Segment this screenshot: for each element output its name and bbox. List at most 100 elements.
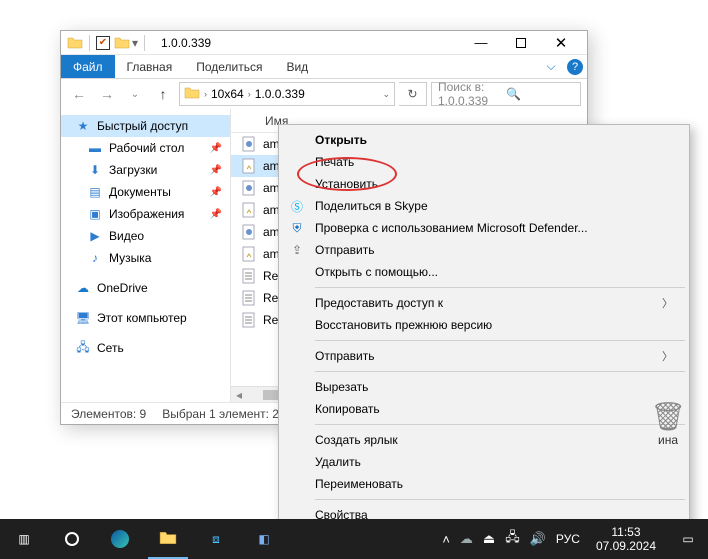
onedrive-tray-icon[interactable]: ☁ bbox=[460, 531, 473, 547]
ctx-give-access-to[interactable]: Предоставить доступ к〉 bbox=[281, 292, 687, 314]
network-icon: 🖧 bbox=[75, 340, 91, 356]
tab-home[interactable]: Главная bbox=[115, 55, 185, 78]
cortana-icon bbox=[65, 532, 79, 546]
ctx-open[interactable]: Открыть bbox=[281, 129, 687, 151]
ctx-print[interactable]: Печать bbox=[281, 151, 687, 173]
share-icon: ⇪ bbox=[289, 242, 305, 258]
tab-view[interactable]: Вид bbox=[274, 55, 320, 78]
sidebar-item-pictures[interactable]: ▣ Изображения 📌 bbox=[61, 203, 230, 225]
context-menu: Открыть Печать Установить Ⓢ Поделиться в… bbox=[278, 124, 690, 531]
pin-icon: 📌 bbox=[210, 209, 222, 220]
monitor-icon: 🖥 bbox=[75, 310, 91, 326]
file-icon bbox=[241, 202, 257, 218]
tray-overflow-chevron-icon[interactable]: ˄ bbox=[442, 532, 450, 547]
system-tray: ˄ ☁ ⏏ 🖧 🔊 РУС 11:53 07.09.2024 bbox=[436, 525, 668, 553]
chevron-right-icon[interactable]: › bbox=[204, 89, 207, 99]
maximize-button[interactable] bbox=[501, 31, 541, 55]
file-icon bbox=[241, 312, 257, 328]
speaker-icon[interactable]: 🔊 bbox=[530, 531, 546, 547]
ctx-open-with[interactable]: Открыть с помощью... bbox=[281, 261, 687, 283]
taskbar-task-view[interactable]: ▥ bbox=[0, 519, 48, 559]
folder-icon bbox=[67, 35, 83, 51]
desktop-icon: ▬ bbox=[87, 140, 103, 156]
sidebar-item-quick-access[interactable]: ★ Быстрый доступ bbox=[61, 115, 230, 137]
refresh-button[interactable]: ↻ bbox=[399, 82, 427, 106]
sidebar-item-network[interactable]: 🖧 Сеть bbox=[61, 337, 230, 359]
breadcrumb-dropdown-icon[interactable]: ⌄ bbox=[382, 89, 390, 100]
window-title: 1.0.0.339 bbox=[161, 36, 211, 50]
back-button[interactable]: ← bbox=[67, 82, 91, 106]
ctx-share-skype[interactable]: Ⓢ Поделиться в Skype bbox=[281, 195, 687, 217]
network-tray-icon[interactable]: 🖧 bbox=[505, 528, 520, 550]
separator bbox=[144, 35, 145, 51]
ctx-cut[interactable]: Вырезать bbox=[281, 376, 687, 398]
ctx-rename[interactable]: Переименовать bbox=[281, 473, 687, 495]
ctx-defender-scan[interactable]: ⛨ Проверка с использованием Microsoft De… bbox=[281, 217, 687, 239]
address-bar-row: ← → ⌄ ↑ › 10x64› 1.0.0.339 ⌄ ↻ Поиск в: … bbox=[61, 79, 587, 109]
navigation-sidebar: ★ Быстрый доступ ▬ Рабочий стол 📌 ⬇ Загр… bbox=[61, 109, 231, 402]
qat-menu-chevron-icon[interactable]: ▾ bbox=[132, 36, 138, 50]
file-icon bbox=[241, 268, 257, 284]
breadcrumb[interactable]: › 10x64› 1.0.0.339 ⌄ bbox=[179, 82, 395, 106]
taskbar: ▥ ⧈ ◧ ˄ ☁ ⏏ 🖧 🔊 РУС 11:53 07.09.2024 ▭ bbox=[0, 519, 708, 559]
separator bbox=[89, 35, 90, 51]
separator bbox=[315, 371, 685, 372]
ctx-delete[interactable]: Удалить bbox=[281, 451, 687, 473]
ctx-copy[interactable]: Копировать bbox=[281, 398, 687, 420]
pictures-icon: ▣ bbox=[87, 206, 103, 222]
file-icon bbox=[241, 224, 257, 240]
sidebar-item-documents[interactable]: ▤ Документы 📌 bbox=[61, 181, 230, 203]
taskbar-clock[interactable]: 11:53 07.09.2024 bbox=[590, 525, 662, 553]
taskbar-app[interactable]: ◧ bbox=[240, 519, 288, 559]
history-chevron-icon[interactable]: ⌄ bbox=[123, 82, 147, 106]
tab-share[interactable]: Поделиться bbox=[184, 55, 274, 78]
ctx-send-to[interactable]: Отправить〉 bbox=[281, 345, 687, 367]
properties-qat-icon[interactable]: ✔ bbox=[96, 36, 110, 50]
videos-icon: ▶ bbox=[87, 228, 103, 244]
sidebar-item-onedrive[interactable]: ☁ OneDrive bbox=[61, 277, 230, 299]
sidebar-item-videos[interactable]: ▶ Видео bbox=[61, 225, 230, 247]
taskbar-store[interactable]: ⧈ bbox=[192, 519, 240, 559]
action-center-button[interactable]: ▭ bbox=[668, 532, 708, 546]
taskbar-cortana[interactable] bbox=[48, 519, 96, 559]
separator bbox=[315, 287, 685, 288]
ctx-restore-previous[interactable]: Восстановить прежнюю версию bbox=[281, 314, 687, 336]
help-button[interactable]: ? bbox=[563, 55, 587, 78]
close-button[interactable]: ✕ bbox=[541, 31, 581, 55]
cloud-icon: ☁ bbox=[75, 280, 91, 296]
search-input[interactable]: Поиск в: 1.0.0.339 🔍 bbox=[431, 82, 581, 106]
status-selection: Выбран 1 элемент: 2 bbox=[162, 407, 279, 421]
ctx-create-shortcut[interactable]: Создать ярлык bbox=[281, 429, 687, 451]
status-count: Элементов: 9 bbox=[71, 407, 146, 421]
taskbar-file-explorer[interactable] bbox=[144, 519, 192, 559]
ribbon-expand-chevron-icon[interactable]: ⌵ bbox=[539, 55, 563, 78]
ctx-install[interactable]: Установить bbox=[281, 173, 687, 195]
documents-icon: ▤ bbox=[87, 184, 103, 200]
input-language[interactable]: РУС bbox=[556, 532, 580, 546]
tab-file[interactable]: Файл bbox=[61, 55, 115, 78]
breadcrumb-segment[interactable]: 10x64› bbox=[211, 87, 251, 101]
search-placeholder: Поиск в: 1.0.0.339 bbox=[438, 80, 506, 108]
store-icon: ⧈ bbox=[212, 532, 220, 547]
ctx-share[interactable]: ⇪ Отправить bbox=[281, 239, 687, 261]
file-icon bbox=[241, 290, 257, 306]
forward-button[interactable]: → bbox=[95, 82, 119, 106]
minimize-button[interactable]: ― bbox=[461, 31, 501, 55]
sidebar-item-desktop[interactable]: ▬ Рабочий стол 📌 bbox=[61, 137, 230, 159]
up-button[interactable]: ↑ bbox=[151, 82, 175, 106]
file-icon bbox=[241, 180, 257, 196]
search-icon[interactable]: 🔍 bbox=[506, 87, 574, 101]
taskbar-edge[interactable] bbox=[96, 519, 144, 559]
breadcrumb-segment[interactable]: 1.0.0.339 bbox=[255, 87, 305, 101]
folder-icon[interactable] bbox=[114, 35, 130, 51]
sidebar-item-downloads[interactable]: ⬇ Загрузки 📌 bbox=[61, 159, 230, 181]
quick-access-toolbar: ✔ ▾ 1.0.0.339 ― ✕ bbox=[61, 31, 587, 55]
file-icon bbox=[241, 158, 257, 174]
defender-shield-icon: ⛨ bbox=[289, 220, 305, 236]
file-icon bbox=[241, 136, 257, 152]
usb-eject-icon[interactable]: ⏏ bbox=[483, 531, 495, 547]
separator bbox=[315, 340, 685, 341]
desktop-icon-recycle-bin[interactable]: 🗑 ина bbox=[646, 400, 690, 447]
sidebar-item-music[interactable]: ♪ Музыка bbox=[61, 247, 230, 269]
sidebar-item-this-pc[interactable]: 🖥 Этот компьютер bbox=[61, 307, 230, 329]
